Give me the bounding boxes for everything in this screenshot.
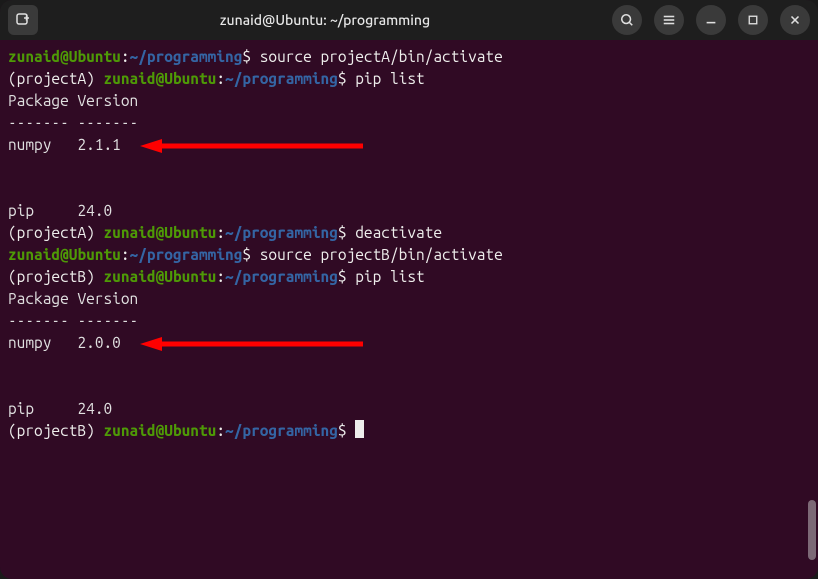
maximize-button[interactable] <box>738 5 768 35</box>
pip-row: pip 24.0 <box>8 398 810 420</box>
terminal-window: zunaid@Ubuntu: ~/programming <box>0 0 818 579</box>
window-title: zunaid@Ubuntu: ~/programming <box>46 12 604 28</box>
terminal-line: (projectB) zunaid@Ubuntu:~/programming$ … <box>8 266 810 288</box>
pip-header: Package Version <box>8 90 810 112</box>
pip-row: pip 24.0 <box>8 200 810 222</box>
pip-row: numpy 2.0.0 <box>8 332 810 398</box>
titlebar: zunaid@Ubuntu: ~/programming <box>0 0 818 40</box>
search-icon <box>620 13 634 27</box>
pip-divider: ------- ------- <box>8 310 810 332</box>
minimize-button[interactable] <box>696 5 726 35</box>
command-text: pip list <box>355 70 424 87</box>
terminal-line: zunaid@Ubuntu:~/programming$ source proj… <box>8 46 810 68</box>
pip-header: Package Version <box>8 288 810 310</box>
terminal-line: zunaid@Ubuntu:~/programming$ source proj… <box>8 244 810 266</box>
scrollbar[interactable] <box>808 40 816 579</box>
pip-row: numpy 2.1.1 <box>8 134 810 200</box>
command-text: deactivate <box>355 224 442 241</box>
minimize-icon <box>704 13 718 27</box>
command-text: pip list <box>355 268 424 285</box>
new-tab-icon <box>15 12 31 28</box>
command-text: source projectA/bin/activate <box>260 48 503 65</box>
close-button[interactable] <box>780 5 810 35</box>
terminal-line: (projectA) zunaid@Ubuntu:~/programming$ … <box>8 222 810 244</box>
new-tab-button[interactable] <box>8 5 38 35</box>
terminal-content[interactable]: zunaid@Ubuntu:~/programming$ source proj… <box>0 40 818 579</box>
maximize-icon <box>747 14 759 26</box>
pip-divider: ------- ------- <box>8 112 810 134</box>
close-icon <box>788 13 802 27</box>
command-text: source projectB/bin/activate <box>260 246 503 263</box>
annotation-arrow <box>138 137 368 155</box>
terminal-line: (projectB) zunaid@Ubuntu:~/programming$ <box>8 420 810 442</box>
menu-icon <box>662 13 676 27</box>
terminal-line: (projectA) zunaid@Ubuntu:~/programming$ … <box>8 68 810 90</box>
annotation-arrow <box>138 335 368 353</box>
text-cursor <box>355 420 364 438</box>
menu-button[interactable] <box>654 5 684 35</box>
scrollbar-thumb[interactable] <box>808 500 816 560</box>
search-button[interactable] <box>612 5 642 35</box>
